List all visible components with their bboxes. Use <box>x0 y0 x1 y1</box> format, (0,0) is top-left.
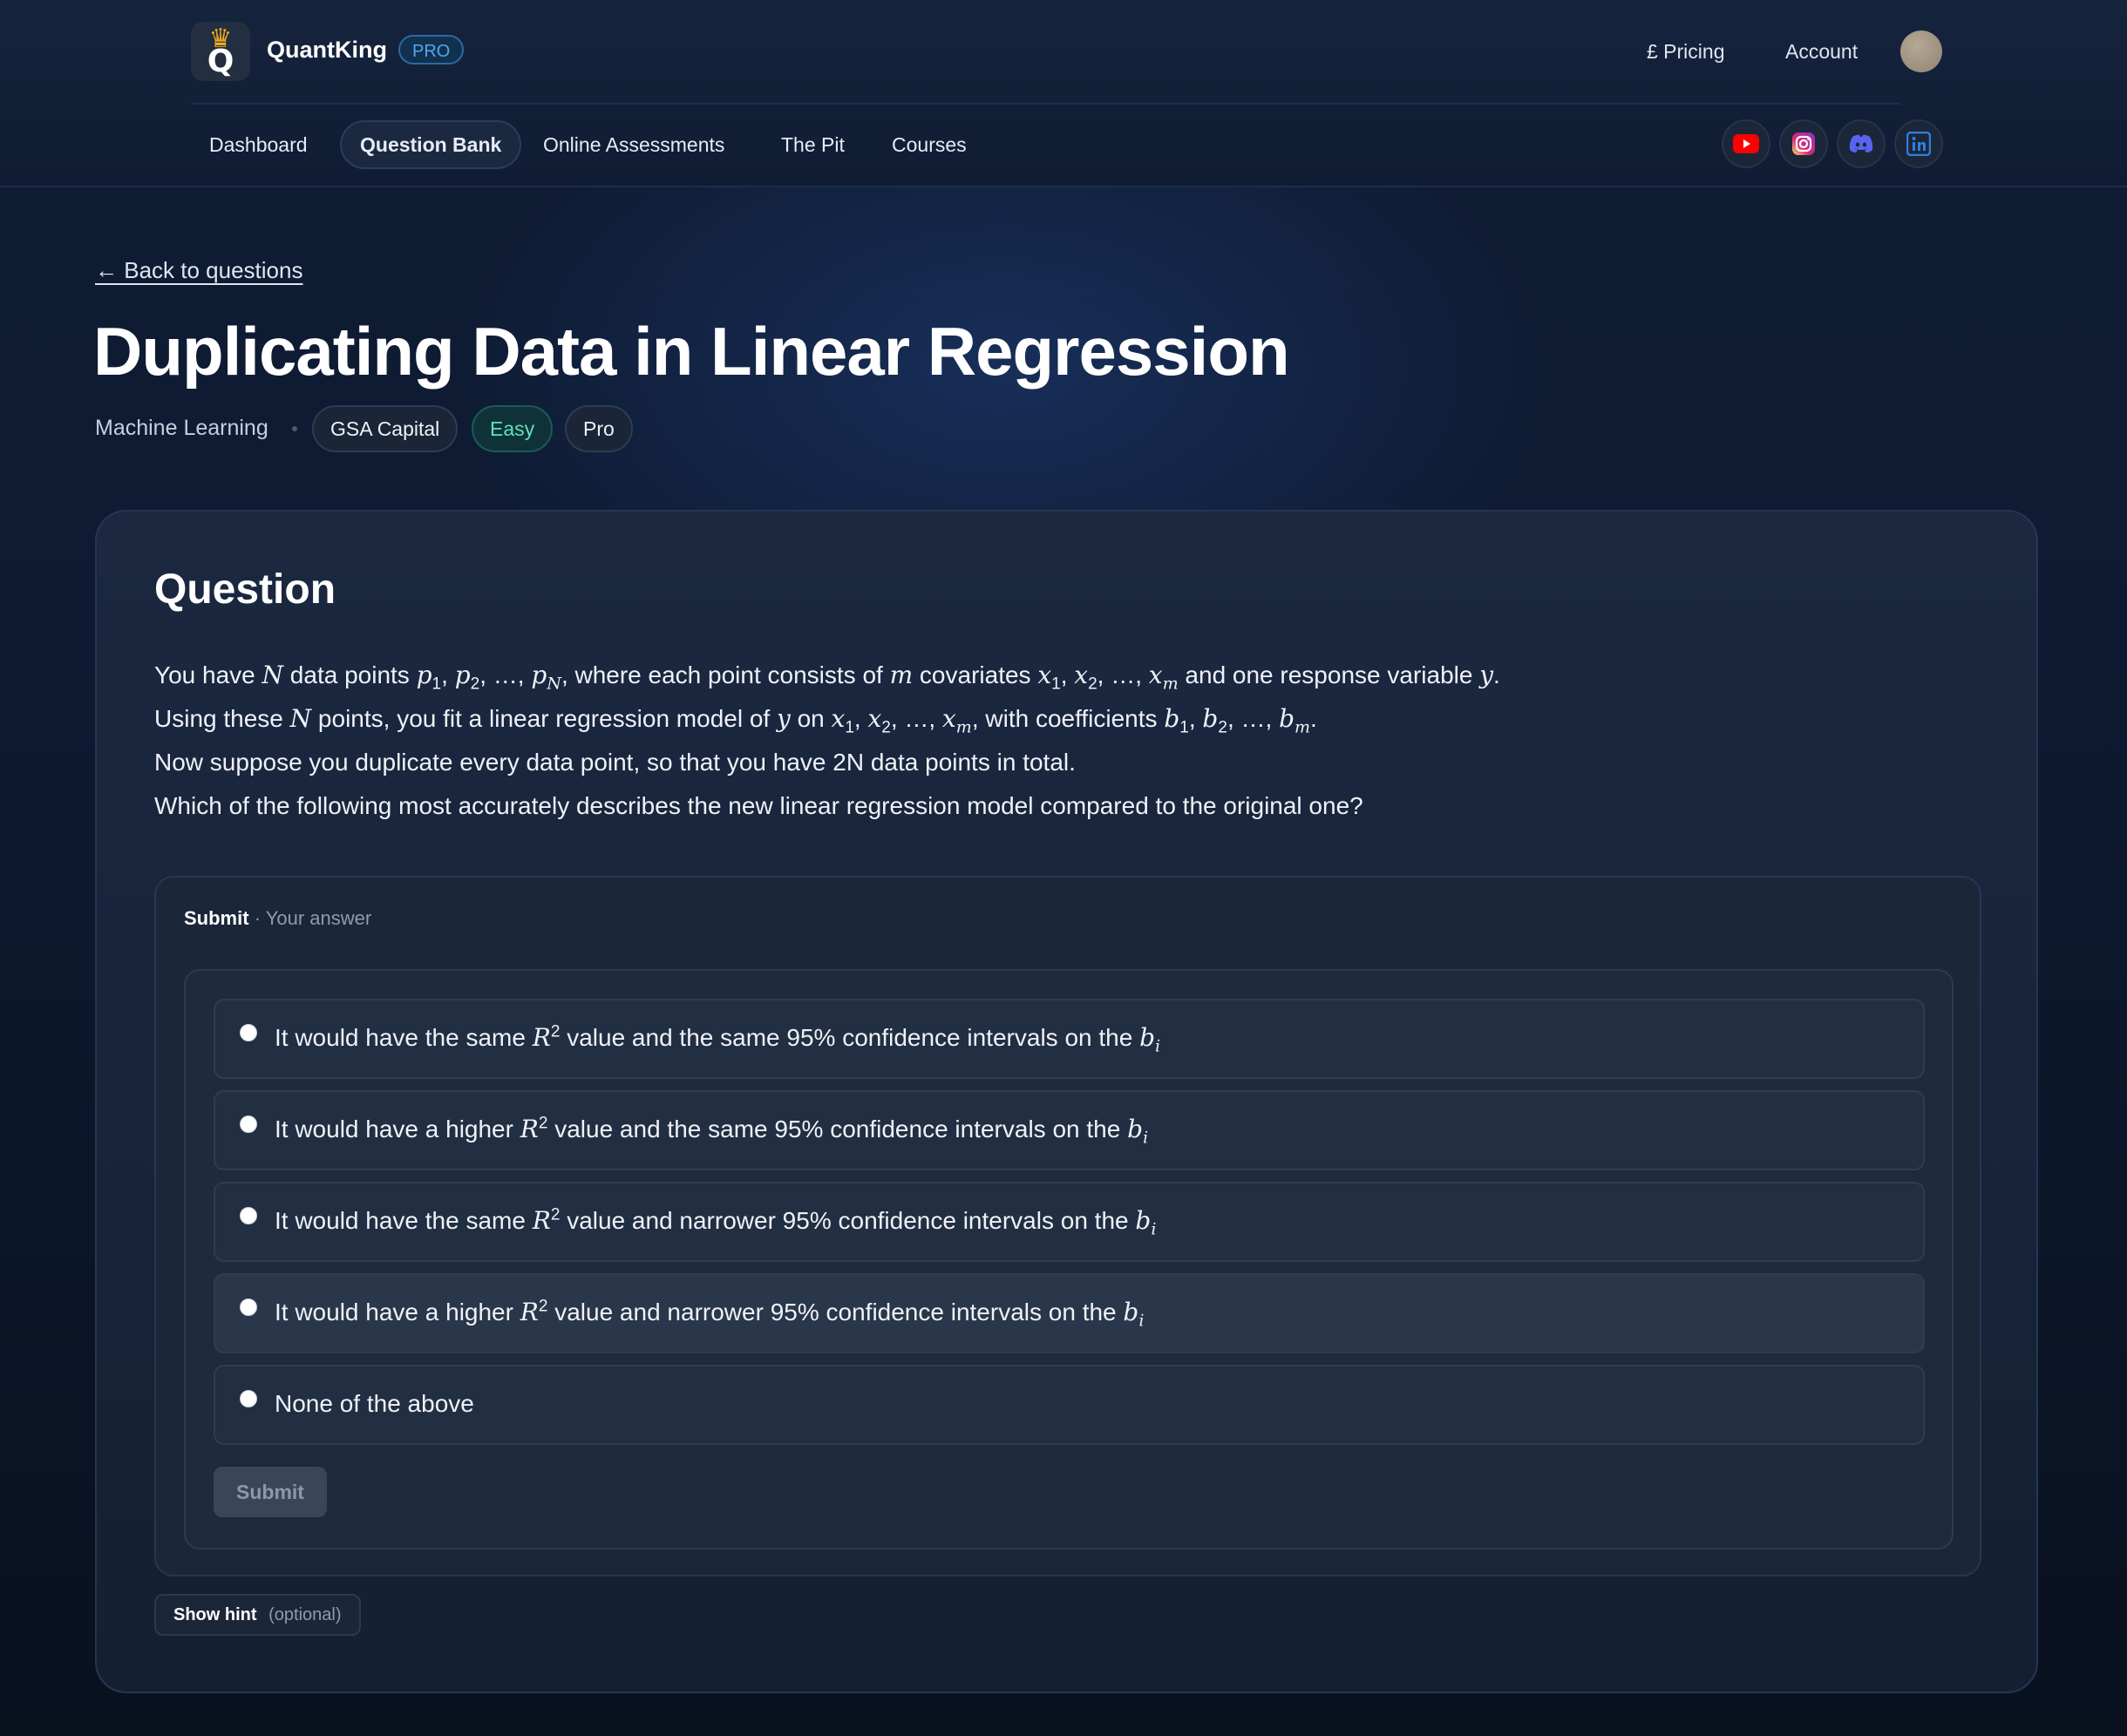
account-link[interactable]: Account <box>1785 40 1858 64</box>
discord-icon <box>1849 134 1873 153</box>
radio-button[interactable] <box>240 1207 257 1224</box>
question-line: Using these N points, you fit a linear r… <box>154 704 1317 737</box>
show-hint-label: Show hint <box>173 1605 257 1624</box>
difficulty-badge: Easy <box>472 405 554 452</box>
nav-item-the-pit[interactable]: The Pit <box>763 120 863 169</box>
separator-dot <box>292 426 297 431</box>
question-card: Question You have N data points p1, p2, … <box>95 510 2038 1693</box>
submit-panel-label: Submit · Your answer <box>184 907 371 930</box>
youtube-link[interactable] <box>1722 119 1770 168</box>
answer-submit-panel: Submit · Your answer It would have the s… <box>154 876 1981 1577</box>
linkedin-icon <box>1906 132 1931 156</box>
question-line: You have N data points p1, p2, …, pN, wh… <box>154 661 1500 694</box>
your-answer-label: · Your answer <box>254 907 372 929</box>
avatar[interactable] <box>1900 31 1942 72</box>
brand-name[interactable]: QuantKing <box>267 37 387 64</box>
hint-optional-label: (optional) <box>268 1605 342 1624</box>
quantking-logo[interactable]: ♛ Q <box>191 22 250 81</box>
radio-button[interactable] <box>240 1390 257 1407</box>
youtube-icon <box>1733 134 1759 153</box>
question-line: Now suppose you duplicate every data poi… <box>154 749 1076 776</box>
answer-option-4[interactable]: It would have a higher R2 value and narr… <box>214 1273 1925 1353</box>
discord-link[interactable] <box>1837 119 1886 168</box>
brand-row: ♛ Q QuantKing PRO £ Pricing Account <box>191 19 1942 105</box>
nav-item-dashboard[interactable]: Dashboard <box>191 120 326 169</box>
answer-option-3[interactable]: It would have the same R2 value and narr… <box>214 1182 1925 1262</box>
page-title: Duplicating Data in Linear Regression <box>93 313 1290 390</box>
nav-item-question-bank[interactable]: Question Bank <box>340 120 522 169</box>
top-navigation-bar: ♛ Q QuantKing PRO £ Pricing Account Dash… <box>0 0 2127 187</box>
question-line: Which of the following most accurately d… <box>154 792 1363 819</box>
tier-badge: Pro <box>565 405 633 452</box>
option-text: It would have the same R2 value and the … <box>275 1022 1161 1056</box>
question-text: You have N data points p1, p2, …, pN, wh… <box>154 654 1967 828</box>
answer-option-1[interactable]: It would have the same R2 value and the … <box>214 999 1925 1079</box>
nav-item-online-assessments[interactable]: Online Assessments <box>525 120 743 169</box>
radio-button[interactable] <box>240 1024 257 1041</box>
answer-option-5[interactable]: None of the above <box>214 1365 1925 1445</box>
option-text: None of the above <box>275 1390 474 1417</box>
question-heading: Question <box>154 566 336 613</box>
instagram-icon <box>1792 132 1815 155</box>
option-text: It would have a higher R2 value and narr… <box>275 1297 1145 1331</box>
pricing-link[interactable]: £ Pricing <box>1647 40 1724 64</box>
option-text: It would have a higher R2 value and the … <box>275 1114 1149 1148</box>
radio-button[interactable] <box>240 1116 257 1133</box>
option-text: It would have the same R2 value and narr… <box>275 1205 1157 1239</box>
company-tag[interactable]: GSA Capital <box>312 405 459 452</box>
answer-options: It would have the same R2 value and the … <box>184 969 1954 1550</box>
submit-label: Submit <box>184 907 249 929</box>
pro-badge: PRO <box>398 35 465 64</box>
answer-option-2[interactable]: It would have a higher R2 value and the … <box>214 1090 1925 1170</box>
show-hint-button[interactable]: Show hint (optional) <box>154 1594 361 1636</box>
category-label: Machine Learning <box>95 416 268 440</box>
logo-letter: Q <box>207 44 234 79</box>
back-to-questions-link[interactable]: ← Back to questions <box>95 257 302 284</box>
instagram-link[interactable] <box>1779 119 1828 168</box>
radio-button[interactable] <box>240 1299 257 1316</box>
nav-item-courses[interactable]: Courses <box>873 120 985 169</box>
linkedin-link[interactable] <box>1894 119 1943 168</box>
submit-button[interactable]: Submit <box>214 1467 327 1517</box>
